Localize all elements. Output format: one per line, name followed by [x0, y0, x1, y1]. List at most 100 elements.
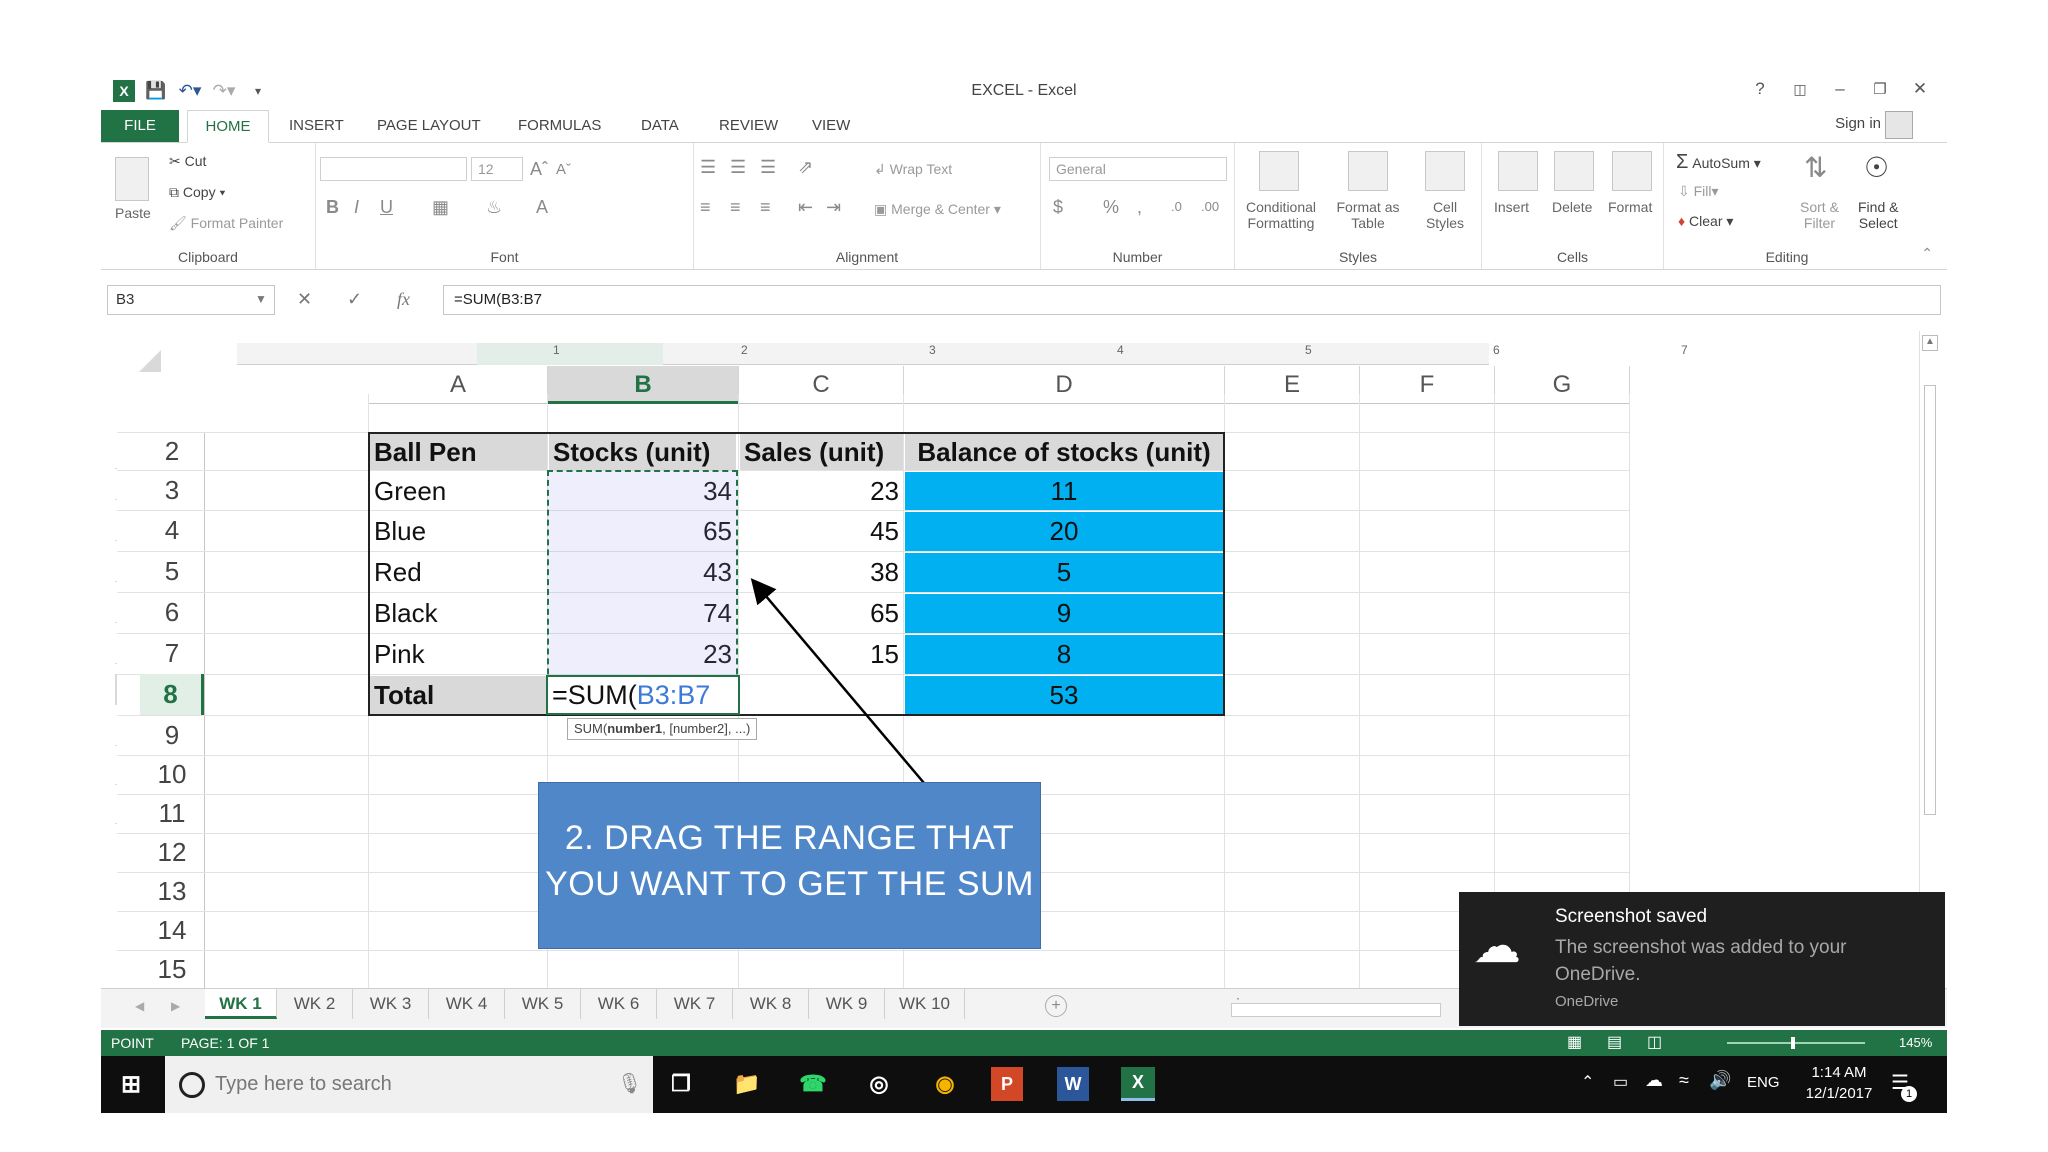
restore-icon[interactable]: ❐ — [1867, 76, 1893, 102]
outdent-icon[interactable]: ⇥ — [826, 197, 841, 218]
bold-icon[interactable]: B — [326, 197, 339, 218]
font-color-icon[interactable]: A — [536, 197, 548, 218]
fill-button[interactable]: ⇩ Fill▾ — [1678, 183, 1719, 200]
cell-styles-icon[interactable] — [1425, 151, 1465, 191]
row-header[interactable]: 5 — [115, 551, 169, 582]
autosum-button[interactable]: Σ AutoSum ▾ — [1676, 151, 1761, 174]
align-bottom-icon[interactable]: ☰ — [760, 157, 776, 178]
font-name-combo[interactable] — [320, 157, 467, 181]
merge-center-button[interactable]: ▣ Merge & Center ▾ — [874, 201, 1001, 218]
column-header-c[interactable]: C — [739, 366, 904, 404]
row-header[interactable]: 11 — [115, 793, 169, 824]
wrap-text-label: Wrap Text — [889, 161, 953, 177]
align-middle-icon[interactable]: ☰ — [730, 157, 746, 178]
tab-insert[interactable]: INSERT — [275, 110, 358, 142]
row-header[interactable]: 9 — [115, 715, 169, 746]
cut-button[interactable]: ✂ Cut — [169, 153, 206, 170]
row-header[interactable]: 6 — [115, 592, 169, 623]
find-select-button[interactable]: Find & Select — [1858, 199, 1898, 231]
delete-cells-icon[interactable] — [1554, 151, 1594, 191]
format-as-table-icon[interactable] — [1348, 151, 1388, 191]
paste-button[interactable]: Paste — [115, 205, 151, 221]
insert-function-icon[interactable]: fx — [397, 289, 410, 310]
align-top-icon[interactable]: ☰ — [700, 157, 716, 178]
enter-icon[interactable]: ✓ — [347, 289, 362, 310]
help-icon[interactable]: ? — [1747, 76, 1773, 102]
clear-button[interactable]: ♦ Clear ▾ — [1678, 213, 1733, 230]
insert-button[interactable]: Insert — [1494, 199, 1529, 215]
conditional-formatting-button[interactable]: Conditional Formatting — [1237, 199, 1325, 231]
shrink-font-icon[interactable]: Aˇ — [556, 161, 571, 178]
styles-group: Conditional Formatting Format as Table Cel… — [1235, 143, 1482, 269]
column-header-g[interactable]: G — [1495, 366, 1630, 404]
tab-view[interactable]: VIEW — [798, 110, 864, 142]
column-header-f[interactable]: F — [1360, 366, 1495, 404]
format-as-table-button[interactable]: Format as Table — [1331, 199, 1405, 231]
currency-icon[interactable]: $ — [1053, 197, 1063, 218]
ruler-mark: 2 — [741, 343, 748, 357]
row-header[interactable]: 10 — [115, 754, 169, 785]
tab-review[interactable]: REVIEW — [705, 110, 792, 142]
binoculars-icon[interactable]: ☉ — [1864, 151, 1889, 184]
font-size-combo[interactable]: 12 — [471, 157, 523, 181]
insert-cells-icon[interactable] — [1498, 151, 1538, 191]
fill-color-icon[interactable]: ♨ — [486, 197, 502, 218]
column-header-e[interactable]: E — [1225, 366, 1360, 404]
tab-home[interactable]: HOME — [187, 110, 269, 143]
align-left-icon[interactable]: ≡ — [700, 197, 711, 218]
percent-icon[interactable]: % — [1103, 197, 1119, 218]
brush-icon: 🖌 — [169, 215, 187, 231]
tab-file[interactable]: FILE — [101, 110, 179, 142]
copy-button[interactable]: ⧉ Copy ▾ — [169, 184, 225, 201]
sort-filter-icon[interactable]: ⇅ — [1804, 151, 1827, 184]
row-header[interactable]: 7 — [115, 633, 169, 664]
sign-in-link[interactable]: Sign in — [1835, 115, 1881, 132]
wrap-text-button[interactable]: ↲ Wrap Text — [874, 161, 952, 178]
italic-icon[interactable]: I — [354, 197, 359, 218]
cancel-icon[interactable]: ✕ — [297, 289, 312, 310]
editing-group-label: Editing — [1765, 249, 1809, 265]
number-format-combo[interactable]: General — [1049, 157, 1227, 181]
tab-formulas[interactable]: FORMULAS — [504, 110, 615, 142]
borders-icon[interactable]: ▦ — [432, 197, 449, 218]
format-button[interactable]: Format — [1608, 199, 1652, 215]
increase-decimal-icon[interactable]: .0 — [1171, 199, 1182, 214]
format-cells-icon[interactable] — [1612, 151, 1652, 191]
column-header-a[interactable]: A — [369, 366, 548, 404]
ribbon-display-options-icon[interactable]: ◫ — [1787, 76, 1813, 102]
ruler-mark: 1 — [553, 343, 560, 357]
decrease-decimal-icon[interactable]: .00 — [1201, 199, 1219, 214]
minimize-icon[interactable]: – — [1827, 76, 1853, 102]
tab-data[interactable]: DATA — [627, 110, 693, 142]
collapse-ribbon-icon[interactable]: ⌃ — [1921, 245, 1933, 262]
tab-page-layout[interactable]: PAGE LAYOUT — [363, 110, 495, 142]
paste-icon[interactable] — [115, 157, 149, 201]
row-header-active[interactable]: 8 — [115, 674, 169, 705]
sort-filter-button[interactable]: Sort & Filter — [1800, 199, 1839, 231]
comma-icon[interactable]: , — [1137, 197, 1142, 218]
name-box[interactable]: B3 — [107, 285, 275, 315]
row-header[interactable]: 3 — [115, 469, 169, 500]
formula-input[interactable]: =SUM(B3:B7 — [443, 285, 1941, 315]
conditional-formatting-icon[interactable] — [1259, 151, 1299, 191]
grow-font-icon[interactable]: Aˆ — [530, 159, 548, 180]
delete-button[interactable]: Delete — [1552, 199, 1592, 215]
align-right-icon[interactable]: ≡ — [760, 197, 771, 218]
column-header-d[interactable]: D — [904, 366, 1225, 404]
excel-window: X 💾 ↶▾ ↷▾ ▾ EXCEL - Excel ? ◫ – ❐ ✕ FILE… — [101, 70, 1947, 1113]
align-center-icon[interactable]: ≡ — [730, 197, 741, 218]
row-header[interactable]: 4 — [115, 510, 169, 541]
cell-styles-button[interactable]: Cell Styles — [1411, 199, 1479, 231]
format-painter-button[interactable]: 🖌 Format Painter — [169, 215, 283, 232]
avatar[interactable] — [1885, 111, 1913, 139]
row-header[interactable]: 2 — [115, 438, 169, 469]
column-header-b[interactable]: B — [548, 366, 739, 404]
orientation-icon[interactable]: ⇗ — [798, 157, 813, 178]
select-label: Select — [1858, 215, 1898, 231]
underline-icon[interactable]: U — [380, 197, 393, 218]
find-label: Find & — [1858, 199, 1899, 215]
indent-icon[interactable]: ⇤ — [798, 197, 813, 218]
close-icon[interactable]: ✕ — [1907, 76, 1933, 102]
format-as-label-2: Table — [1351, 215, 1385, 231]
name-box-dropdown-icon[interactable]: ▼ — [255, 292, 267, 306]
